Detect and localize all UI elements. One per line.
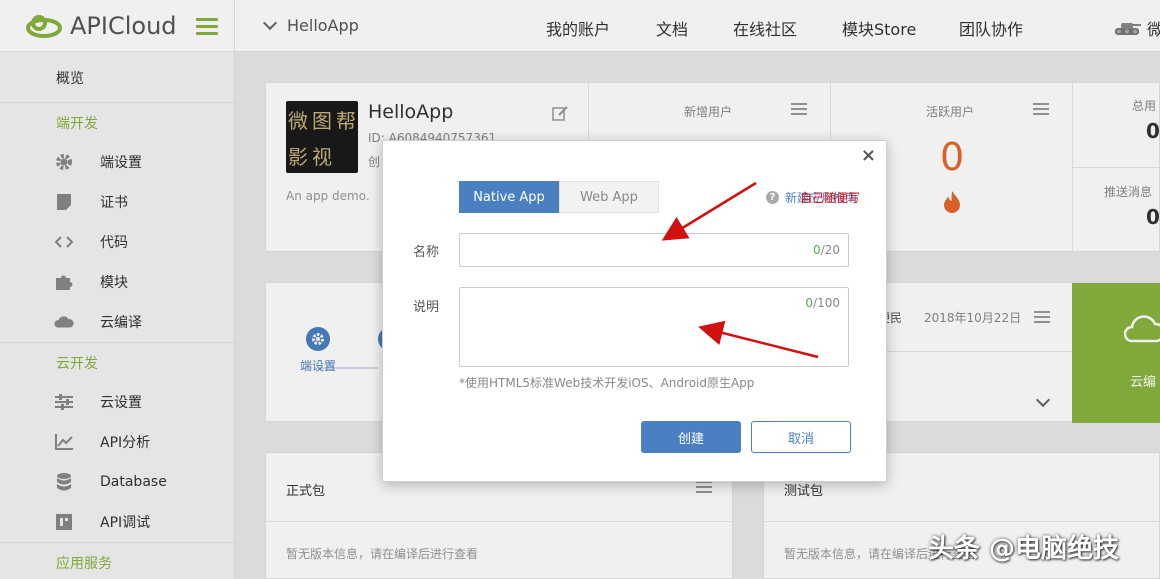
help-guide[interactable]: ? 新建应用指南 自己随便写 [766,189,861,206]
question-icon: ? [766,191,779,204]
help-link[interactable]: 新建应用指南 自己随便写 [785,189,861,206]
close-icon[interactable]: × [861,145,876,166]
watermark-text: 头条 @电脑绝技 [928,534,1120,564]
description-textarea[interactable]: 0/100 [459,287,849,367]
name-count: 0 [813,243,821,257]
name-max: /20 [820,243,840,257]
tab-web-app[interactable]: Web App [559,181,659,213]
create-button[interactable]: 创建 [641,421,741,453]
annotation-text: 自己随便写 [800,191,861,205]
name-counter: 0/20 [813,243,840,257]
description-max: /100 [813,296,840,310]
app-type-toggle: Native App Web App [459,181,659,213]
cancel-button[interactable]: 取消 [751,421,851,453]
tab-native-app[interactable]: Native App [459,181,559,213]
description-label: 说明 [413,300,440,315]
description-count: 0 [805,296,814,310]
native-app-hint: *使用HTML5标准Web技术开发iOS、Android原生App [459,376,755,390]
name-input[interactable]: 0/20 [459,233,849,267]
name-label: 名称 [413,245,440,260]
description-counter: 0/100 [805,296,840,310]
create-app-dialog: × Native App Web App ? 新建应用指南 自己随便写 名称 0… [382,140,887,482]
